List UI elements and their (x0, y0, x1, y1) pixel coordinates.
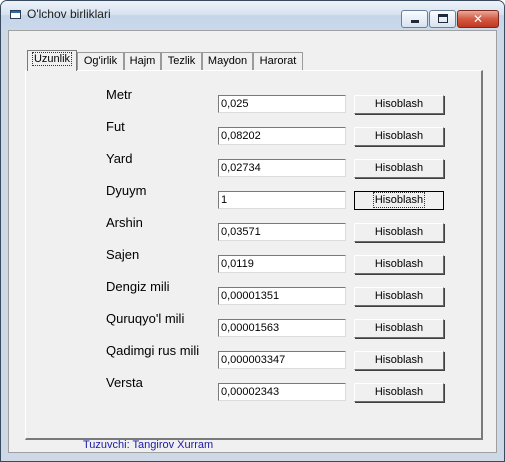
close-button[interactable]: ✕ (457, 10, 499, 28)
tab-panel-uzunlik: Metr 0,025 Hisoblash Fut 0,08202 Hisobla… (25, 70, 483, 440)
tab-harorat[interactable]: Harorat (253, 52, 303, 70)
unit-label-fut: Fut (106, 119, 125, 134)
maximize-button[interactable] (429, 10, 456, 28)
calculate-button-metr[interactable]: Hisoblash (354, 95, 444, 114)
unit-label-quruqyol-mili: Quruqyo'l mili (106, 311, 185, 326)
form-client-area: Uzunlik Og'irlik Hajm Tezlik Maydon Haro… (8, 30, 497, 453)
author-label: Tuzuvchi: Tangirov Xurram (83, 439, 214, 451)
tab-ogirlik[interactable]: Og'irlik (77, 52, 124, 70)
calculate-button-quruqyol-mili[interactable]: Hisoblash (354, 319, 444, 338)
unit-label-dengiz-mili: Dengiz mili (106, 279, 170, 294)
tab-hajm[interactable]: Hajm (124, 52, 161, 70)
app-window: O'lchov birliklari ✕ Uzunlik Og'irlik Ha… (0, 0, 505, 462)
title-bar[interactable]: O'lchov birliklari ✕ (1, 1, 504, 29)
value-field-dengiz-mili[interactable]: 0,00001351 (218, 287, 346, 305)
value-field-quruqyol-mili[interactable]: 0,00001563 (218, 319, 346, 337)
value-field-metr[interactable]: 0,025 (218, 95, 346, 113)
unit-label-metr: Metr (106, 87, 132, 102)
value-field-versta[interactable]: 0,00002343 (218, 383, 346, 401)
calculate-button-versta[interactable]: Hisoblash (354, 383, 444, 402)
value-field-fut[interactable]: 0,08202 (218, 127, 346, 145)
close-icon: ✕ (472, 12, 484, 26)
calculate-button-yard[interactable]: Hisoblash (354, 159, 444, 178)
value-field-qadimgi-rus-mili[interactable]: 0,000003347 (218, 351, 346, 369)
tab-tezlik[interactable]: Tezlik (161, 52, 202, 70)
unit-label-arshin: Arshin (106, 215, 143, 230)
minimize-icon (411, 20, 419, 23)
value-field-yard[interactable]: 0,02734 (218, 159, 346, 177)
calculate-button-sajen[interactable]: Hisoblash (354, 255, 444, 274)
maximize-icon (438, 14, 448, 23)
calculate-button-arshin[interactable]: Hisoblash (354, 223, 444, 242)
app-window-icon (10, 10, 21, 19)
value-field-arshin[interactable]: 0,03571 (218, 223, 346, 241)
value-field-dyuym[interactable]: 1 (218, 191, 346, 209)
calculate-button-qadimgi-rus-mili[interactable]: Hisoblash (354, 351, 444, 370)
calculate-button-dengiz-mili[interactable]: Hisoblash (354, 287, 444, 306)
tab-maydon[interactable]: Maydon (202, 52, 253, 70)
window-title: O'lchov birliklari (27, 7, 111, 21)
tab-uzunlik[interactable]: Uzunlik (27, 50, 77, 71)
minimize-button[interactable] (401, 10, 428, 28)
unit-label-sajen: Sajen (106, 247, 140, 262)
calculate-button-fut[interactable]: Hisoblash (354, 127, 444, 146)
calculate-button-dyuym[interactable]: Hisoblash (354, 191, 444, 210)
value-field-sajen[interactable]: 0,0119 (218, 255, 346, 273)
unit-label-versta: Versta (106, 375, 143, 390)
unit-label-qadimgi-rus-mili: Qadimgi rus mili (106, 343, 200, 358)
unit-label-yard: Yard (106, 151, 133, 166)
unit-label-dyuym: Dyuym (106, 183, 147, 198)
